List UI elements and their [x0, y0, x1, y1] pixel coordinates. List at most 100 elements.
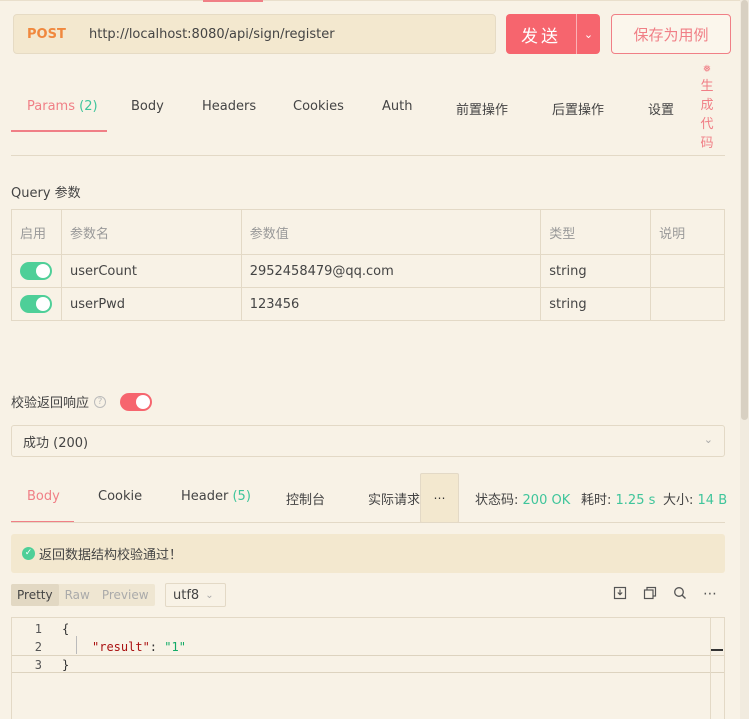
code-text: "result": "1": [92, 638, 186, 656]
param-type-cell[interactable]: string: [540, 254, 652, 288]
tab-active-underline: [11, 130, 107, 132]
line-number: 3: [34, 658, 42, 672]
param-value-cell[interactable]: 2952458479@qq.com: [240, 254, 542, 288]
copy-icon[interactable]: [642, 586, 658, 602]
tab-params-count: (2): [79, 99, 98, 114]
col-name-header: 参数名: [60, 209, 242, 255]
param-enabled-toggle[interactable]: [20, 295, 52, 313]
response-tab-cookie[interactable]: Cookie: [98, 489, 142, 504]
view-mode-raw[interactable]: Raw: [59, 584, 96, 606]
code-line-current: 3 }: [12, 655, 724, 673]
response-tab-actual-request[interactable]: 实际请求: [368, 489, 420, 508]
validation-result-text: 返回数据结构校验通过！: [39, 548, 183, 563]
response-time: 耗时: 1.25 s: [581, 489, 655, 508]
col-desc-header: 说明: [650, 209, 725, 255]
search-icon[interactable]: [672, 586, 688, 602]
validate-response-row: 校验返回响应 ?: [11, 392, 153, 411]
response-time-value: 1.25 s: [615, 493, 656, 508]
status-code-label: 状态码:: [475, 493, 519, 508]
generate-code-label: 生成代码: [700, 79, 714, 151]
top-divider: [0, 0, 749, 1]
send-button-label: 发送: [521, 26, 561, 47]
json-value: "1": [164, 640, 186, 654]
ellipsis-icon: ⋯: [433, 491, 446, 505]
param-desc-cell[interactable]: [650, 287, 725, 321]
page-scrollbar-thumb[interactable]: [741, 0, 748, 420]
response-size: 大小: 14 B: [663, 489, 740, 508]
code-icon: ❅: [702, 64, 712, 75]
tab-post-processors[interactable]: 后置操作: [552, 99, 604, 118]
response-tabs-divider: [11, 522, 725, 523]
url-bar[interactable]: POST http://localhost:8080/api/sign/regi…: [13, 14, 496, 54]
view-mode-segmented: Pretty Raw Preview: [11, 584, 155, 606]
view-mode-pretty[interactable]: Pretty: [11, 584, 59, 606]
check-circle-icon: ✓: [22, 547, 35, 560]
code-scrollbar[interactable]: [710, 618, 724, 719]
encoding-value: utf8: [173, 587, 200, 603]
response-tab-header-label: Header: [181, 489, 229, 504]
more-icon[interactable]: ⋯: [702, 586, 718, 602]
send-button[interactable]: 发送 ⌄: [506, 14, 600, 54]
tabs-divider: [11, 155, 725, 156]
col-value-header: 参数值: [240, 209, 542, 255]
tab-body[interactable]: Body: [131, 99, 164, 114]
generate-code-button[interactable]: ❅ 生成代码: [700, 63, 714, 153]
response-definition-value: 成功 (200): [23, 435, 89, 451]
validation-result-banner: ✓ 返回数据结构校验通过！: [11, 534, 725, 573]
chevron-down-icon: ⌄: [703, 433, 713, 446]
response-time-label: 耗时:: [581, 493, 612, 508]
param-desc-cell[interactable]: [650, 254, 725, 288]
tab-settings[interactable]: 设置: [648, 99, 674, 118]
response-size-label: 大小:: [663, 493, 694, 508]
col-enabled-header: 启用: [11, 209, 62, 255]
response-size-value: 14 B: [697, 493, 728, 508]
status-code-value: 200 OK: [522, 493, 571, 508]
url-input[interactable]: http://localhost:8080/api/sign/register: [89, 27, 335, 42]
chevron-down-icon: ⌄: [205, 589, 214, 601]
response-code-viewer[interactable]: 1 { 2 "result": "1" 3 }: [11, 617, 725, 719]
line-number: 1: [34, 622, 42, 636]
query-params-table: 启用 参数名 参数值 类型 说明 userCount 2952458479@qq…: [11, 209, 725, 321]
chevron-down-icon[interactable]: ⌄: [577, 28, 600, 41]
tab-pre-processors[interactable]: 前置操作: [456, 99, 508, 118]
code-line: 2 "result": "1": [12, 638, 724, 656]
query-params-title: Query 参数: [11, 186, 81, 201]
cursor-marker: [711, 649, 723, 651]
param-name-cell[interactable]: userPwd: [60, 287, 242, 321]
table-row: userCount 2952458479@qq.com string: [11, 254, 725, 288]
code-text: }: [62, 658, 70, 672]
help-icon[interactable]: ?: [94, 395, 107, 408]
code-text: {: [62, 622, 70, 636]
json-separator: :: [149, 640, 165, 654]
json-key: "result": [92, 640, 150, 654]
tab-cookies[interactable]: Cookies: [293, 99, 344, 114]
encoding-select[interactable]: utf8 ⌄: [165, 583, 226, 607]
active-tab-indicator: [203, 0, 263, 2]
param-value-cell[interactable]: 123456: [240, 287, 542, 321]
response-tab-console[interactable]: 控制台: [286, 489, 325, 508]
param-enabled-toggle[interactable]: [20, 262, 52, 280]
more-tabs-button[interactable]: ⋯: [420, 473, 459, 523]
table-header-row: 启用 参数名 参数值 类型 说明: [11, 209, 725, 255]
tab-headers[interactable]: Headers: [202, 99, 256, 114]
response-tab-header[interactable]: Header (5): [181, 489, 251, 504]
validate-response-toggle[interactable]: [120, 392, 153, 411]
http-method[interactable]: POST: [27, 27, 89, 42]
line-number: 2: [34, 640, 42, 654]
view-mode-preview[interactable]: Preview: [96, 584, 155, 606]
response-tab-header-count: (5): [232, 489, 251, 504]
code-line: 1 {: [12, 620, 724, 638]
table-row: userPwd 123456 string: [11, 287, 725, 321]
tab-auth[interactable]: Auth: [382, 99, 412, 114]
download-icon[interactable]: [612, 586, 628, 602]
response-definition-select[interactable]: 成功 (200) ⌄: [11, 425, 725, 457]
tab-params[interactable]: Params (2): [27, 99, 98, 114]
response-tab-body[interactable]: Body: [27, 489, 60, 504]
tab-params-label: Params: [27, 99, 75, 114]
validate-response-label: 校验返回响应: [11, 396, 90, 411]
status-code: 状态码: 200 OK: [475, 489, 570, 508]
param-name-cell[interactable]: userCount: [60, 254, 242, 288]
col-type-header: 类型: [540, 209, 652, 255]
save-as-example-button[interactable]: 保存为用例: [611, 14, 731, 54]
param-type-cell[interactable]: string: [540, 287, 652, 321]
